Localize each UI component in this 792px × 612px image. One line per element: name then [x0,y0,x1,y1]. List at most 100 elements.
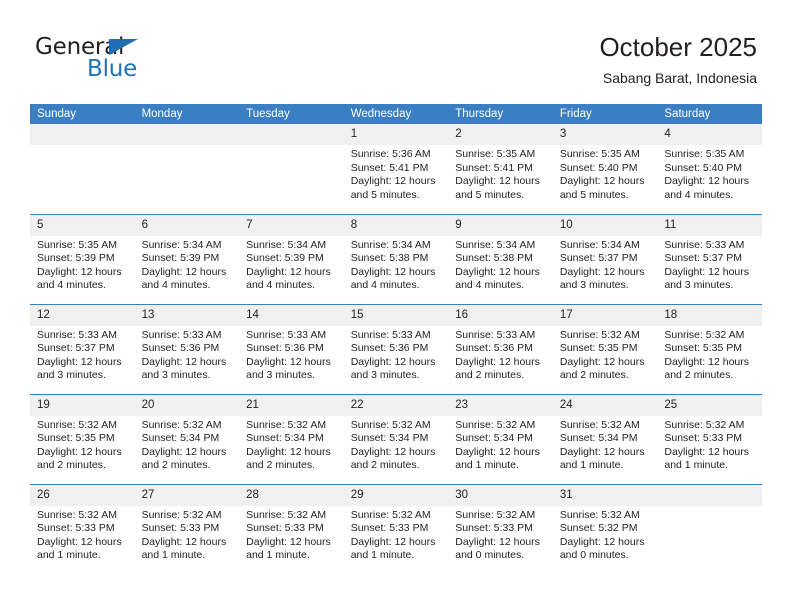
sunrise-text: Sunrise: 5:32 AM [455,418,536,431]
day-cell[interactable]: 5 Sunrise: 5:35 AM Sunset: 5:39 PM Dayli… [30,213,135,304]
day-cell[interactable]: 18 Sunrise: 5:32 AM Sunset: 5:35 PM Dayl… [657,303,762,394]
day-cell[interactable]: 23 Sunrise: 5:32 AM Sunset: 5:34 PM Dayl… [448,393,553,484]
day-details: Sunrise: 5:32 AM Sunset: 5:33 PM Dayligh… [657,416,762,473]
sunrise-text: Sunrise: 5:34 AM [246,238,327,251]
day-details: Sunrise: 5:32 AM Sunset: 5:33 PM Dayligh… [344,506,449,563]
sunset-text: Sunset: 5:36 PM [455,342,533,355]
day-cell[interactable]: 12 Sunrise: 5:33 AM Sunset: 5:37 PM Dayl… [30,303,135,394]
day-cell[interactable]: 24 Sunrise: 5:32 AM Sunset: 5:34 PM Dayl… [552,393,658,484]
day-cell[interactable]: 31 Sunrise: 5:32 AM Sunset: 5:32 PM Dayl… [552,483,658,574]
day-details: Sunrise: 5:34 AM Sunset: 5:38 PM Dayligh… [448,236,553,293]
day-details: Sunrise: 5:33 AM Sunset: 5:36 PM Dayligh… [344,326,449,383]
page-title: October 2025 [599,32,757,62]
daylight-text: Daylight: 12 hours and 4 minutes. [455,265,540,292]
day-cell[interactable]: 10 Sunrise: 5:34 AM Sunset: 5:37 PM Dayl… [552,213,658,304]
day-number: 18 [657,304,762,326]
day-cell[interactable]: 9 Sunrise: 5:34 AM Sunset: 5:38 PM Dayli… [448,213,553,304]
calendar-week-row: 26 Sunrise: 5:32 AM Sunset: 5:33 PM Dayl… [30,483,762,574]
sunrise-text: Sunrise: 5:35 AM [559,148,640,160]
day-cell[interactable]: 7 Sunrise: 5:34 AM Sunset: 5:39 PM Dayli… [239,213,344,304]
day-details: Sunrise: 5:35 AM Sunset: 5:40 PM Dayligh… [553,145,658,202]
day-cell[interactable]: 26 Sunrise: 5:32 AM Sunset: 5:33 PM Dayl… [30,483,135,574]
day-cell[interactable]: 6 Sunrise: 5:34 AM Sunset: 5:39 PM Dayli… [134,213,240,304]
day-cell[interactable]: 17 Sunrise: 5:32 AM Sunset: 5:35 PM Dayl… [552,303,658,394]
sunrise-text: Sunrise: 5:32 AM [559,508,640,521]
day-cell[interactable]: 29 Sunrise: 5:32 AM Sunset: 5:33 PM Dayl… [343,483,449,574]
day-number: 25 [657,394,762,416]
weekday-header-tuesday: Tuesday [239,104,344,124]
sunrise-text: Sunrise: 5:32 AM [350,508,431,521]
day-cell[interactable]: 3 Sunrise: 5:35 AM Sunset: 5:40 PM Dayli… [552,124,658,214]
day-number: 9 [448,214,553,236]
weekday-header-sunday: Sunday [30,104,135,124]
day-cell[interactable]: 19 Sunrise: 5:32 AM Sunset: 5:35 PM Dayl… [30,393,135,484]
day-number: 13 [134,304,240,326]
day-cell[interactable]: 28 Sunrise: 5:32 AM Sunset: 5:33 PM Dayl… [239,483,344,574]
day-details: Sunrise: 5:32 AM Sunset: 5:34 PM Dayligh… [553,416,658,473]
day-cell[interactable]: 2 Sunrise: 5:35 AM Sunset: 5:41 PM Dayli… [448,124,553,214]
sunset-text: Sunset: 5:33 PM [350,522,429,535]
day-number: 24 [552,394,658,416]
daylight-text: Daylight: 12 hours and 1 minute. [246,535,331,562]
daylight-text: Daylight: 12 hours and 5 minutes. [559,175,645,201]
brand-logo[interactable]: General Blue [35,36,175,86]
sunset-text: Sunset: 5:35 PM [664,342,743,355]
sunset-text: Sunset: 5:33 PM [37,522,115,535]
day-details: Sunrise: 5:32 AM Sunset: 5:35 PM Dayligh… [553,326,658,383]
daylight-text: Daylight: 12 hours and 1 minute. [141,535,227,562]
calendar-week-row: 12 Sunrise: 5:33 AM Sunset: 5:37 PM Dayl… [30,303,762,394]
day-details: Sunrise: 5:33 AM Sunset: 5:37 PM Dayligh… [657,236,762,293]
day-details: Sunrise: 5:32 AM Sunset: 5:34 PM Dayligh… [448,416,553,473]
day-number: 22 [343,394,449,416]
day-number: 2 [448,124,553,145]
day-cell[interactable]: 8 Sunrise: 5:34 AM Sunset: 5:38 PM Dayli… [343,213,449,304]
day-cell[interactable]: 11 Sunrise: 5:33 AM Sunset: 5:37 PM Dayl… [657,213,762,304]
sunset-text: Sunset: 5:41 PM [350,161,429,174]
day-details: Sunrise: 5:35 AM Sunset: 5:39 PM Dayligh… [30,236,135,293]
sunrise-text: Sunrise: 5:33 AM [350,328,431,341]
day-number [30,124,135,145]
daylight-text: Daylight: 12 hours and 0 minutes. [455,535,540,562]
page-header: General Blue October 2025 Sabang Barat, … [0,0,792,104]
day-cell[interactable]: 30 Sunrise: 5:32 AM Sunset: 5:33 PM Dayl… [448,483,553,574]
day-cell[interactable]: 25 Sunrise: 5:32 AM Sunset: 5:33 PM Dayl… [657,393,762,484]
day-cell[interactable]: 20 Sunrise: 5:32 AM Sunset: 5:34 PM Dayl… [134,393,240,484]
sunset-text: Sunset: 5:33 PM [455,522,533,535]
day-number: 11 [657,214,762,236]
sunrise-text: Sunrise: 5:33 AM [664,238,745,251]
day-details: Sunrise: 5:34 AM Sunset: 5:39 PM Dayligh… [135,236,240,293]
day-cell[interactable]: 4 Sunrise: 5:35 AM Sunset: 5:40 PM Dayli… [657,124,762,214]
day-number: 17 [552,304,658,326]
day-number: 14 [239,304,344,326]
day-cell[interactable]: 21 Sunrise: 5:32 AM Sunset: 5:34 PM Dayl… [239,393,344,484]
sunset-text: Sunset: 5:32 PM [559,522,638,535]
sunset-text: Sunset: 5:36 PM [350,342,429,355]
sunset-text: Sunset: 5:40 PM [559,161,638,174]
sunset-text: Sunset: 5:34 PM [350,432,429,445]
day-details: Sunrise: 5:34 AM Sunset: 5:38 PM Dayligh… [344,236,449,293]
sunrise-text: Sunrise: 5:34 AM [559,238,640,251]
day-cell [134,124,240,214]
day-cell[interactable]: 1 Sunrise: 5:36 AM Sunset: 5:41 PM Dayli… [343,124,449,214]
daylight-text: Daylight: 12 hours and 5 minutes. [350,175,436,201]
sunset-text: Sunset: 5:33 PM [664,432,743,445]
sunrise-text: Sunrise: 5:32 AM [664,418,745,431]
daylight-text: Daylight: 12 hours and 3 minutes. [559,265,645,292]
day-number: 27 [134,484,240,506]
day-cell[interactable]: 15 Sunrise: 5:33 AM Sunset: 5:36 PM Dayl… [343,303,449,394]
day-cell[interactable]: 16 Sunrise: 5:33 AM Sunset: 5:36 PM Dayl… [448,303,553,394]
sunset-text: Sunset: 5:36 PM [141,342,220,355]
sunset-text: Sunset: 5:39 PM [246,252,324,265]
day-cell[interactable]: 22 Sunrise: 5:32 AM Sunset: 5:34 PM Dayl… [343,393,449,484]
day-number [134,124,240,145]
day-cell[interactable]: 13 Sunrise: 5:33 AM Sunset: 5:36 PM Dayl… [134,303,240,394]
daylight-text: Daylight: 12 hours and 2 minutes. [246,445,331,472]
sunrise-text: Sunrise: 5:34 AM [455,238,536,251]
calendar-table: Sunday Monday Tuesday Wednesday Thursday… [30,104,762,574]
day-details: Sunrise: 5:33 AM Sunset: 5:36 PM Dayligh… [135,326,240,383]
day-cell[interactable]: 14 Sunrise: 5:33 AM Sunset: 5:36 PM Dayl… [239,303,344,394]
sunrise-text: Sunrise: 5:33 AM [141,328,222,341]
sunrise-text: Sunrise: 5:32 AM [141,508,222,521]
day-details: Sunrise: 5:32 AM Sunset: 5:33 PM Dayligh… [30,506,135,563]
day-cell[interactable]: 27 Sunrise: 5:32 AM Sunset: 5:33 PM Dayl… [134,483,240,574]
